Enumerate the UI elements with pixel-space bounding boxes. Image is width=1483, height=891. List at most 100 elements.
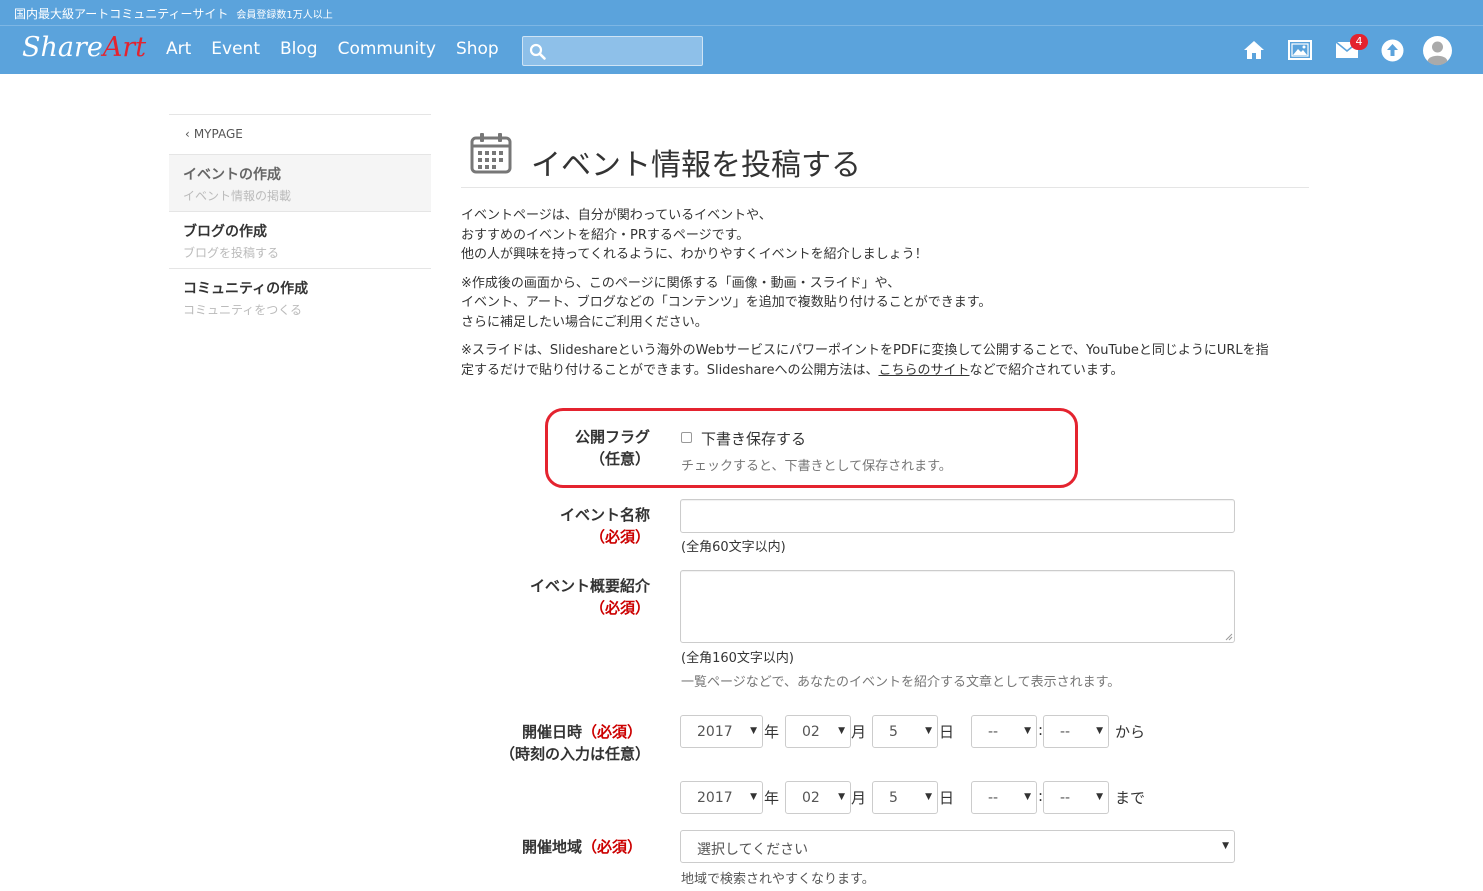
member-count: 会員登録数1万人以上 <box>236 10 333 21</box>
avatar-icon[interactable] <box>1422 35 1453 66</box>
nav-blog[interactable]: Blog <box>280 39 318 59</box>
select-value: 02 <box>802 724 820 740</box>
select-value: 2017 <box>697 724 733 740</box>
to-text: まで <box>1115 789 1146 807</box>
start-day-select[interactable]: 5 ▼ <box>872 715 938 748</box>
caret-down-icon: ▼ <box>750 792 757 802</box>
publish-flag-help: チェックすると、下書きとして保存されます。 <box>681 459 952 474</box>
sidebar-item-title: ブログの作成 <box>183 224 267 240</box>
caret-down-icon: ▼ <box>838 792 845 802</box>
select-value: -- <box>988 790 999 806</box>
mail-badge: 4 <box>1350 34 1368 50</box>
sidebar-item-event[interactable]: イベントの作成 イベント情報の掲載 <box>169 155 431 212</box>
event-summary-textarea[interactable] <box>680 570 1235 643</box>
label-line: 開催地域 <box>521 838 582 856</box>
resize-handle-icon[interactable] <box>1224 632 1233 641</box>
intro-line: 定するだけで貼り付けることができます。Slideshareへの公開方法は、 <box>461 362 879 378</box>
intro-text: イベントページは、自分が関わっているイベントや、 おすすめのイベントを紹介・PR… <box>461 206 1311 389</box>
select-value: 5 <box>889 724 898 740</box>
event-name-label: イベント名称 （必須） <box>500 504 650 548</box>
start-hour-select[interactable]: -- ▼ <box>971 715 1037 748</box>
caret-down-icon: ▼ <box>925 792 932 802</box>
page-header: イベント情報を投稿する <box>461 128 1309 188</box>
event-name-limit: (全角60文字以内) <box>681 540 786 555</box>
sidebar-item-title: コミュニティの作成 <box>183 281 309 297</box>
search-input[interactable] <box>522 36 703 66</box>
label-line: 公開フラグ <box>574 428 650 446</box>
slideshare-guide-link[interactable]: こちらのサイト <box>878 363 969 378</box>
site-tagline: 国内最大級アートコミュニティーサイト <box>14 7 229 21</box>
main-navbar: ShareArt Art Event Blog Community Shop 4 <box>0 25 1483 74</box>
select-value: 02 <box>802 790 820 806</box>
sidebar-item-community[interactable]: コミュニティの作成 コミュニティをつくる <box>169 269 431 326</box>
start-minute-select[interactable]: -- ▼ <box>1043 715 1109 748</box>
day-unit: 日 <box>939 789 955 807</box>
sidebar-item-title: イベントの作成 <box>183 167 281 183</box>
required-mark: （必須） <box>589 528 650 546</box>
label-line: イベント概要紹介 <box>529 577 650 595</box>
upload-icon[interactable] <box>1381 39 1404 62</box>
year-unit: 年 <box>764 789 780 807</box>
region-help: 地域で検索されやすくなります。 <box>681 872 875 887</box>
end-day-select[interactable]: 5 ▼ <box>872 781 938 814</box>
caret-down-icon: ▼ <box>838 726 845 736</box>
required-mark: （必須） <box>589 599 650 617</box>
back-label: MYPAGE <box>193 127 243 141</box>
select-value: 2017 <box>697 790 733 806</box>
caret-down-icon: ▼ <box>1096 792 1103 802</box>
logo-share: Share <box>22 32 103 63</box>
sidebar-item-blog[interactable]: ブログの作成 ブログを投稿する <box>169 212 431 269</box>
nav-art[interactable]: Art <box>166 39 191 59</box>
draft-checkbox[interactable] <box>681 432 692 443</box>
sidebar-item-sub: コミュニティをつくる <box>183 303 303 317</box>
select-value: 選択してください <box>697 842 809 858</box>
start-year-select[interactable]: 2017 ▼ <box>680 715 763 748</box>
intro-line: おすすめのイベントを紹介・PRするページです。 <box>461 227 750 243</box>
draft-checkbox-label[interactable]: 下書き保存する <box>701 428 806 449</box>
end-hour-select[interactable]: -- ▼ <box>971 781 1037 814</box>
intro-line: ※作成後の画面から、このページに関係する「画像・動画・スライド」や、 <box>461 275 901 291</box>
intro-line: イベントページは、自分が関わっているイベントや、 <box>461 208 772 223</box>
event-summary-label: イベント概要紹介 （必須） <box>480 575 650 619</box>
site-logo[interactable]: ShareArt <box>22 32 146 63</box>
home-icon[interactable] <box>1243 40 1265 60</box>
required-mark: （必須） <box>581 723 642 741</box>
sidebar-item-sub: イベント情報の掲載 <box>183 189 292 203</box>
end-year-select[interactable]: 2017 ▼ <box>680 781 763 814</box>
chevron-left-icon: ‹ <box>185 127 190 141</box>
end-month-select[interactable]: 02 ▼ <box>785 781 851 814</box>
end-minute-select[interactable]: -- ▼ <box>1043 781 1109 814</box>
caret-down-icon: ▼ <box>1024 726 1031 736</box>
select-value: -- <box>1060 724 1071 740</box>
from-text: から <box>1115 723 1146 741</box>
select-value: 5 <box>889 790 898 806</box>
calendar-icon <box>470 133 512 174</box>
intro-line: イベント、アート、ブログなどの「コンテンツ」を追加で複数貼り付けることができます… <box>461 295 992 310</box>
logo-art: Art <box>102 32 147 63</box>
select-value: -- <box>1060 790 1071 806</box>
start-month-select[interactable]: 02 ▼ <box>785 715 851 748</box>
month-unit: 月 <box>851 723 867 741</box>
back-to-mypage[interactable]: ‹ MYPAGE <box>169 115 431 155</box>
nav-shop[interactable]: Shop <box>456 39 499 59</box>
caret-down-icon: ▼ <box>1222 841 1229 851</box>
required-mark: （必須） <box>581 838 642 856</box>
event-name-input[interactable] <box>680 499 1235 533</box>
caret-down-icon: ▼ <box>750 726 757 736</box>
mypage-sidebar: ‹ MYPAGE イベントの作成 イベント情報の掲載 ブログの作成 ブログを投稿す… <box>169 114 431 326</box>
intro-line: さらに補足したい場合にご利用ください。 <box>461 314 708 330</box>
label-line: 開催日時 <box>521 723 582 741</box>
label-line: （任意） <box>589 450 650 468</box>
year-unit: 年 <box>764 723 780 741</box>
label-line: （時刻の入力は任意） <box>499 745 650 763</box>
site-tagline-bar: 国内最大級アートコミュニティーサイト 会員登録数1万人以上 <box>0 0 1483 25</box>
region-select[interactable]: 選択してください ▼ <box>680 830 1235 863</box>
nav-community[interactable]: Community <box>338 39 436 59</box>
event-summary-limit: (全角160文字以内) <box>681 651 794 666</box>
gallery-icon[interactable] <box>1288 40 1312 60</box>
caret-down-icon: ▼ <box>1024 792 1031 802</box>
nav-event[interactable]: Event <box>211 39 260 59</box>
intro-line: 他の人が興味を持ってくれるように、わかりやすくイベントを紹介しましょう！ <box>461 247 928 262</box>
event-date-label: 開催日時（必須） （時刻の入力は任意） <box>470 721 650 765</box>
publish-flag-label: 公開フラグ （任意） <box>560 426 650 470</box>
